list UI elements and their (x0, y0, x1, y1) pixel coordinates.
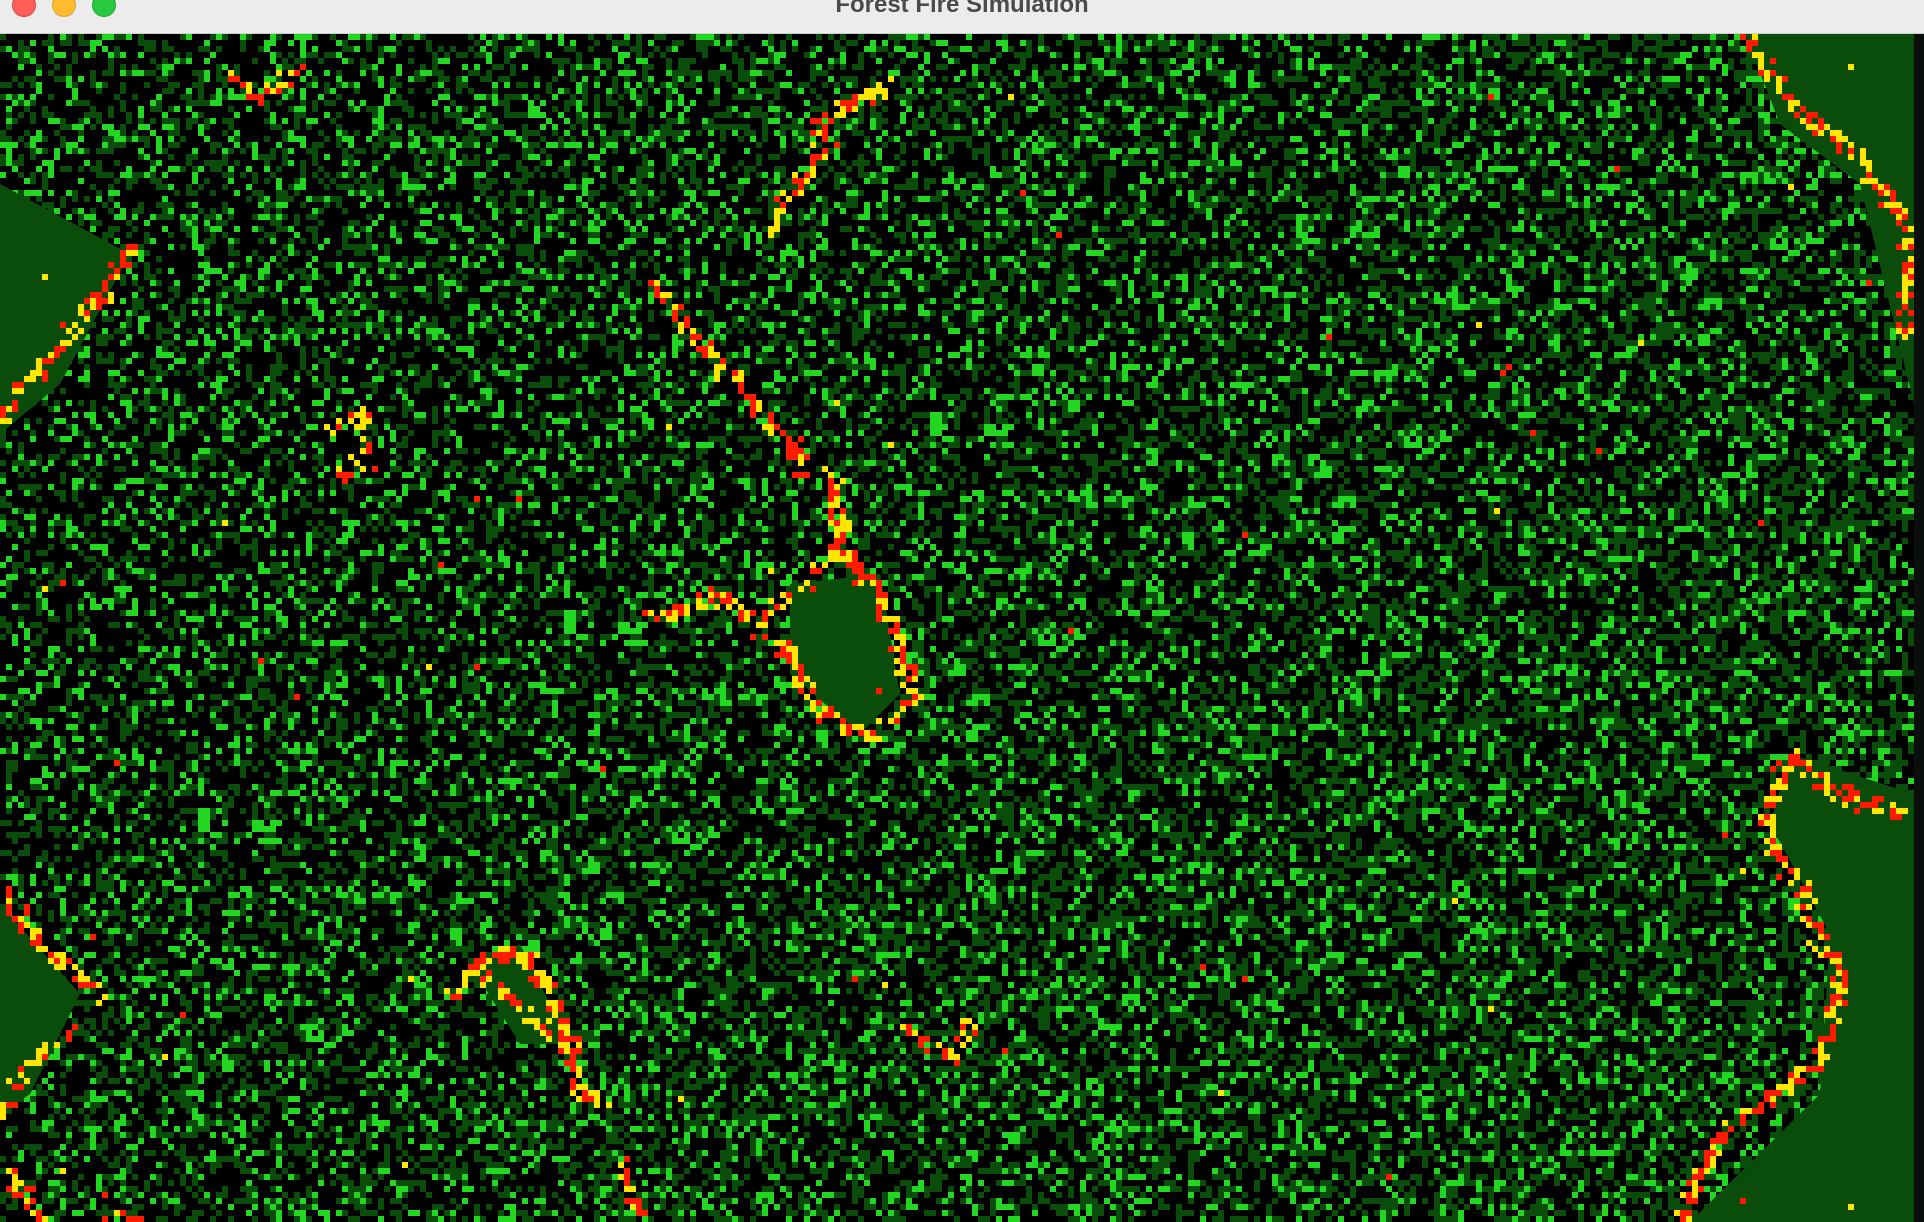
window-edge (1914, 34, 1924, 1222)
simulation-area (0, 34, 1914, 1222)
window-title: Forest Fire Simulation (835, 0, 1089, 18)
app-window: Forest Fire Simulation (0, 0, 1924, 1222)
title-bar[interactable]: Forest Fire Simulation (0, 0, 1924, 34)
simulation-canvas (0, 34, 1914, 1222)
